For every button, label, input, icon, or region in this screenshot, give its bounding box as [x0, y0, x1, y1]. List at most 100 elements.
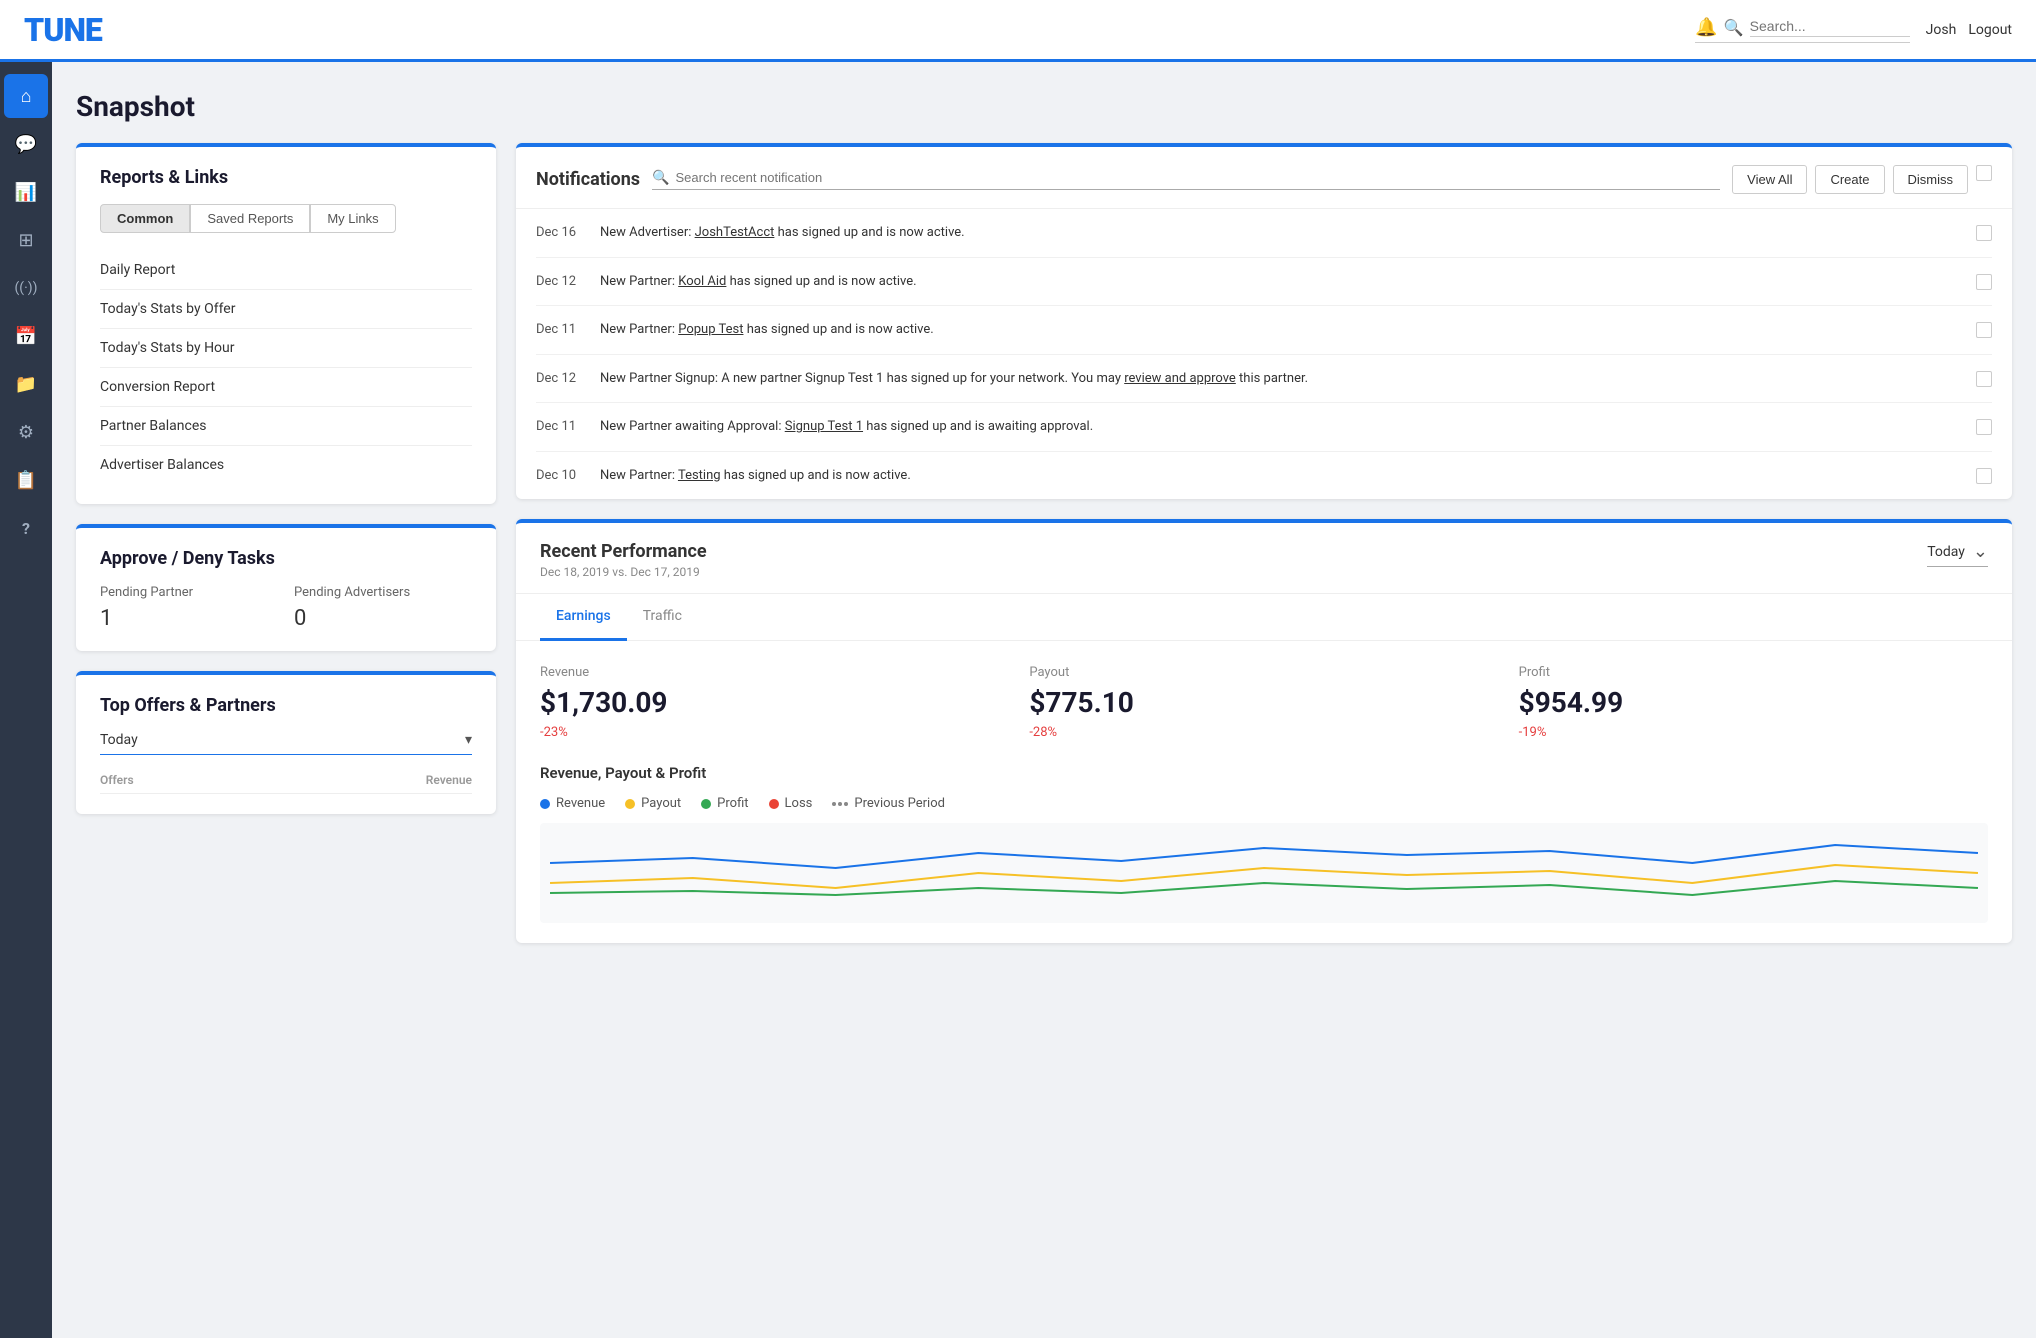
profit-value: $954.99	[1519, 686, 1988, 719]
performance-title: Recent Performance	[540, 541, 1927, 562]
reports-tab-group: Common Saved Reports My Links	[100, 204, 472, 233]
sidebar-item-settings[interactable]: ⚙	[4, 410, 48, 454]
sidebar-item-reports[interactable]: 📊	[4, 170, 48, 214]
performance-period-select[interactable]: Today ⌄	[1927, 541, 1988, 567]
sidebar-item-help[interactable]: ?	[4, 506, 48, 550]
profit-change: -19%	[1519, 725, 1988, 740]
notification-row: Dec 16 New Advertiser: JoshTestAcct has …	[536, 209, 1992, 258]
sidebar-item-calendar[interactable]: 📅	[4, 314, 48, 358]
performance-stats: Revenue $1,730.09 -23% Payout $775.10 -2…	[516, 641, 2012, 756]
reports-links-title: Reports & Links	[100, 167, 472, 188]
chart-section: Revenue, Payout & Profit Revenue Payout	[516, 756, 2012, 943]
sidebar-item-signal[interactable]: ((·))	[4, 266, 48, 310]
payout-value: $775.10	[1029, 686, 1498, 719]
bell-icon[interactable]: 🔔	[1695, 17, 1717, 38]
revenue-label: Revenue	[540, 665, 1009, 680]
logout-link[interactable]: Logout	[1968, 22, 2012, 38]
reports-links-card: Reports & Links Common Saved Reports My …	[76, 143, 496, 504]
content-grid: Reports & Links Common Saved Reports My …	[76, 143, 2012, 943]
notif-date: Dec 12	[536, 272, 584, 289]
legend-label-loss: Loss	[785, 796, 813, 811]
right-column: Notifications 🔍 View All Create Dismiss	[516, 143, 2012, 943]
notification-checkbox[interactable]	[1976, 468, 1992, 484]
header: TUNE 🔔 🔍 Josh Logout	[0, 0, 2036, 62]
report-links-list: Daily Report Today's Stats by Offer Toda…	[100, 251, 472, 484]
notif-date: Dec 12	[536, 369, 584, 386]
payout-label: Payout	[1029, 665, 1498, 680]
chart-legend: Revenue Payout Profit Loss	[540, 796, 1988, 811]
list-item[interactable]: Partner Balances	[100, 407, 472, 446]
left-column: Reports & Links Common Saved Reports My …	[76, 143, 496, 943]
list-item[interactable]: Conversion Report	[100, 368, 472, 407]
notif-date: Dec 11	[536, 417, 584, 434]
dismiss-all-checkbox[interactable]	[1976, 165, 1992, 181]
notif-date: Dec 16	[536, 223, 584, 240]
notif-text: New Advertiser: JoshTestAcct has signed …	[600, 223, 1960, 243]
approve-deny-body: Approve / Deny Tasks Pending Partner 1 P…	[76, 528, 496, 651]
notification-checkbox[interactable]	[1976, 419, 1992, 435]
legend-dots-previous	[832, 802, 848, 806]
notif-text: New Partner: Kool Aid has signed up and …	[600, 272, 1960, 292]
notification-row: Dec 12 New Partner Signup: A new partner…	[536, 355, 1992, 404]
sidebar-item-folder[interactable]: 📁	[4, 362, 48, 406]
notifications-card: Notifications 🔍 View All Create Dismiss	[516, 143, 2012, 499]
performance-period-label: Today	[1927, 544, 1965, 560]
dismiss-button[interactable]: Dismiss	[1893, 165, 1969, 194]
list-item[interactable]: Advertiser Balances	[100, 446, 472, 484]
legend-previous: Previous Period	[832, 796, 945, 811]
notif-text: New Partner Signup: A new partner Signup…	[600, 369, 1960, 389]
sidebar-item-messages[interactable]: 💬	[4, 122, 48, 166]
legend-payout: Payout	[625, 796, 681, 811]
performance-title-block: Recent Performance Dec 18, 2019 vs. Dec …	[540, 541, 1927, 579]
tab-traffic[interactable]: Traffic	[627, 594, 698, 641]
pending-advertisers-label: Pending Advertisers	[294, 585, 472, 600]
notification-checkbox[interactable]	[1976, 225, 1992, 241]
tab-my-links[interactable]: My Links	[310, 204, 395, 233]
notifications-list: Dec 16 New Advertiser: JoshTestAcct has …	[516, 209, 2012, 499]
notifications-search-input[interactable]	[676, 170, 1721, 185]
notification-checkbox[interactable]	[1976, 371, 1992, 387]
notification-row: Dec 10 New Partner: Testing has signed u…	[536, 452, 1992, 500]
legend-loss: Loss	[769, 796, 813, 811]
logo: TUNE	[24, 11, 102, 49]
tab-common[interactable]: Common	[100, 204, 190, 233]
pending-partner-block: Pending Partner 1	[100, 585, 278, 631]
tab-saved-reports[interactable]: Saved Reports	[190, 204, 310, 233]
legend-profit: Profit	[701, 796, 748, 811]
legend-revenue: Revenue	[540, 796, 605, 811]
recent-performance-card: Recent Performance Dec 18, 2019 vs. Dec …	[516, 519, 2012, 943]
profit-stat: Profit $954.99 -19%	[1519, 665, 1988, 740]
main-content: Snapshot Reports & Links Common Saved Re…	[52, 62, 2036, 1338]
approve-deny-title: Approve / Deny Tasks	[100, 548, 472, 569]
list-item[interactable]: Daily Report	[100, 251, 472, 290]
legend-dot-payout	[625, 799, 635, 809]
list-item[interactable]: Today's Stats by Hour	[100, 329, 472, 368]
top-offers-card: Top Offers & Partners Today ▾ Offers Rev…	[76, 671, 496, 814]
header-right: 🔔 🔍 Josh Logout	[1695, 17, 2012, 43]
approve-grid: Pending Partner 1 Pending Advertisers 0	[100, 585, 472, 631]
list-item[interactable]: Today's Stats by Offer	[100, 290, 472, 329]
notif-date: Dec 11	[536, 320, 584, 337]
create-button[interactable]: Create	[1815, 165, 1884, 194]
sidebar-item-grid[interactable]: ⊞	[4, 218, 48, 262]
period-dropdown-label: Today	[100, 732, 465, 748]
top-offers-title: Top Offers & Partners	[100, 695, 472, 716]
sidebar-item-home[interactable]: ⌂	[4, 74, 48, 118]
notification-checkbox[interactable]	[1976, 274, 1992, 290]
pending-advertisers-block: Pending Advertisers 0	[294, 585, 472, 631]
search-icon[interactable]: 🔍	[1724, 18, 1744, 37]
view-all-button[interactable]: View All	[1732, 165, 1807, 194]
page-title: Snapshot	[76, 90, 2012, 123]
period-dropdown[interactable]: Today ▾	[100, 732, 472, 755]
chevron-down-icon: ▾	[465, 732, 472, 748]
notification-row: Dec 11 New Partner: Popup Test has signe…	[536, 306, 1992, 355]
legend-dot-profit	[701, 799, 711, 809]
header-search-input[interactable]	[1750, 18, 1910, 37]
notification-checkbox[interactable]	[1976, 322, 1992, 338]
offers-table-header: Offers Revenue	[100, 767, 472, 794]
performance-tabs: Earnings Traffic	[516, 594, 2012, 641]
sidebar-item-table[interactable]: 📋	[4, 458, 48, 502]
reports-links-body: Reports & Links Common Saved Reports My …	[76, 147, 496, 504]
notif-date: Dec 10	[536, 466, 584, 483]
tab-earnings[interactable]: Earnings	[540, 594, 627, 641]
